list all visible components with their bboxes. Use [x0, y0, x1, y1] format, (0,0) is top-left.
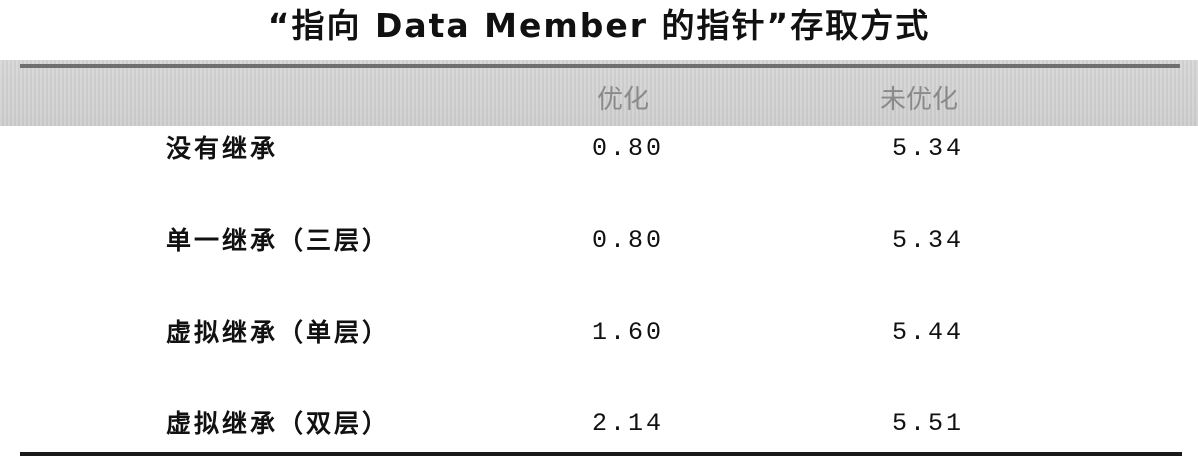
column-header-unoptimized: 未优化 — [880, 85, 959, 115]
unoptimized-value: 5.34 — [892, 226, 965, 255]
table-row: 单一继承（三层） 0.80 5.34 — [0, 216, 1198, 266]
header-top-rule — [20, 64, 1180, 68]
optimized-value: 0.80 — [592, 134, 665, 163]
table-row: 虚拟继承（单层） 1.60 5.44 — [0, 308, 1198, 358]
unoptimized-value: 5.44 — [892, 318, 965, 347]
table-row: 没有继承 0.80 5.34 — [0, 124, 1198, 174]
table-row: 虚拟继承（双层） 2.14 5.51 — [0, 399, 1198, 449]
row-label: 单一继承（三层） — [166, 226, 391, 255]
optimized-value: 1.60 — [592, 318, 665, 347]
row-label: 虚拟继承（双层） — [166, 409, 391, 438]
table-bottom-rule — [20, 452, 1182, 456]
unoptimized-value: 5.51 — [892, 409, 965, 438]
optimized-value: 2.14 — [592, 409, 665, 438]
optimized-value: 0.80 — [592, 226, 665, 255]
row-label: 虚拟继承（单层） — [166, 318, 391, 347]
table-title: “指向 Data Member 的指针”存取方式 — [267, 6, 931, 45]
column-header-optimized: 优化 — [597, 85, 650, 115]
unoptimized-value: 5.34 — [892, 134, 965, 163]
row-label: 没有继承 — [166, 134, 279, 163]
